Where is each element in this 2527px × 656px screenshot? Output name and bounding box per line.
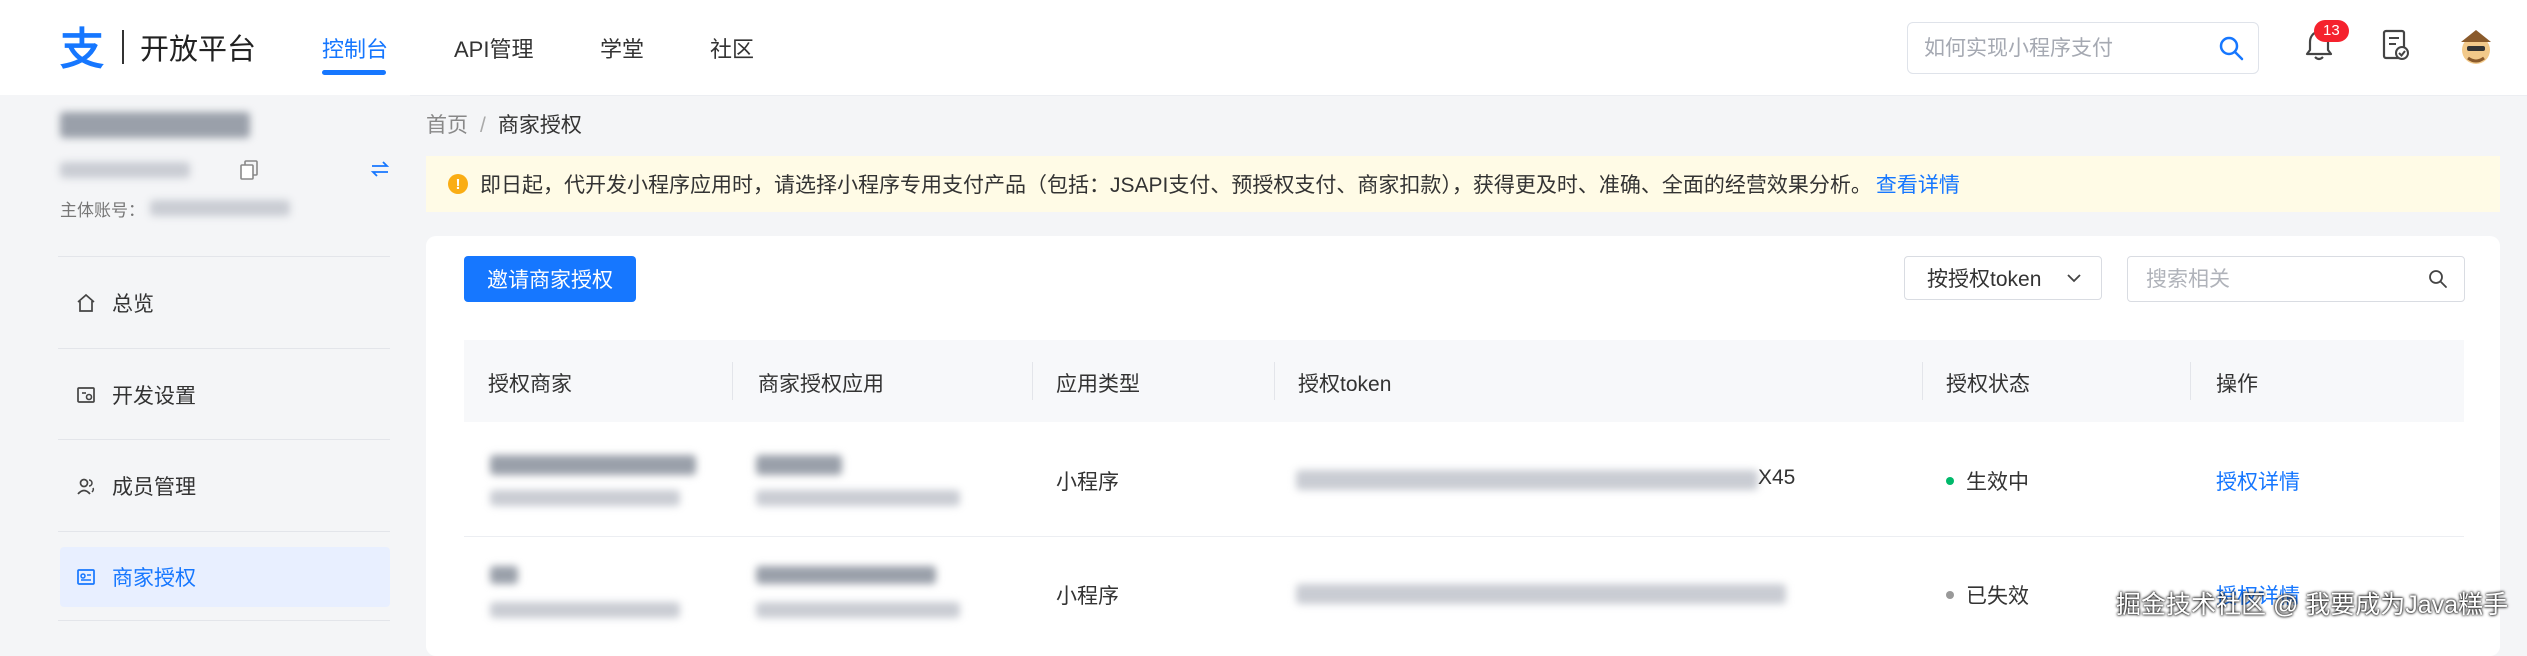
column-header: 授权状态	[1946, 373, 2030, 396]
watermark: 掘金技术社区 @ 我要成为Java糕手	[2116, 591, 2509, 619]
sidebar-item-label: 商家授权	[112, 567, 196, 590]
sidebar-divider	[58, 256, 390, 257]
breadcrumb: 首页 / 商家授权	[426, 109, 582, 139]
sidebar-divider	[58, 439, 390, 440]
token-redacted	[1296, 470, 1758, 490]
warning-icon: !	[448, 174, 468, 194]
account-id-redacted	[60, 162, 190, 178]
table-header: 授权商家 商家授权应用 应用类型 授权token 授权状态 操作	[464, 340, 2464, 422]
column-divider	[1922, 362, 1923, 400]
status-dot	[1946, 591, 1954, 599]
merchant-name-redacted	[490, 566, 518, 584]
app-id-redacted	[756, 602, 960, 618]
row-divider	[464, 536, 2464, 537]
global-search-input[interactable]	[1922, 33, 2206, 65]
column-divider	[732, 362, 733, 400]
chevron-down-icon	[2067, 274, 2081, 283]
global-search[interactable]	[1907, 22, 2259, 74]
column-header: 操作	[2216, 373, 2258, 396]
sidebar-item-label: 总览	[112, 293, 154, 316]
merchant-name-redacted	[490, 455, 696, 475]
app-type-cell: 小程序	[1056, 471, 1119, 494]
status-text: 生效中	[1966, 471, 2029, 494]
app-name-redacted	[756, 566, 936, 584]
token-redacted	[1296, 584, 1786, 604]
column-header: 授权token	[1298, 373, 1392, 396]
nav-active-indicator	[322, 70, 386, 75]
switch-account-icon[interactable]	[370, 160, 390, 178]
column-header: 授权商家	[488, 373, 572, 396]
platform-name: 开放平台	[140, 34, 257, 66]
merchant-id-redacted	[490, 490, 680, 506]
account-name-redacted	[60, 112, 250, 138]
sidebar-item-label: 开发设置	[112, 385, 196, 408]
column-divider	[1274, 362, 1275, 400]
sidebar-item-members[interactable]: 成员管理	[60, 456, 390, 516]
breadcrumb-separator: /	[480, 114, 486, 137]
document-check-icon[interactable]	[2380, 28, 2410, 62]
nav-api-management[interactable]: API管理	[454, 32, 533, 64]
sidebar-divider	[58, 531, 390, 532]
column-divider	[1032, 362, 1033, 400]
brand-logo[interactable]: 支 开放平台	[58, 22, 256, 72]
app-id-redacted	[756, 490, 960, 506]
status-dot	[1946, 477, 1954, 485]
logo-divider	[122, 30, 124, 64]
table-search[interactable]	[2127, 256, 2465, 302]
sidebar-item-overview[interactable]: 总览	[60, 273, 390, 333]
column-header: 商家授权应用	[758, 373, 884, 396]
column-header: 应用类型	[1056, 373, 1140, 396]
alipay-logo-icon: 支	[60, 24, 104, 70]
notice-details-link[interactable]: 查看详情	[1876, 169, 1960, 199]
sidebar-item-dev-settings[interactable]: 开发设置	[60, 365, 390, 425]
sidebar-divider	[58, 348, 390, 349]
filter-select-value: 按授权token	[1927, 268, 2042, 291]
status-badge: 生效中	[1946, 466, 2029, 496]
nav-community[interactable]: 社区	[710, 32, 754, 64]
breadcrumb-home[interactable]: 首页	[426, 114, 468, 137]
status-text: 已失效	[1966, 585, 2029, 608]
search-icon[interactable]	[2218, 35, 2244, 61]
token-suffix: X45	[1758, 466, 1796, 489]
merchant-auth-icon	[76, 566, 98, 588]
table-search-input[interactable]	[2144, 265, 2408, 295]
top-bar: 支 开放平台 控制台 API管理 学堂 社区 13	[0, 0, 2527, 96]
app-type-cell: 小程序	[1056, 585, 1119, 608]
main-account-redacted	[150, 200, 290, 216]
settings-panel-icon	[76, 384, 98, 406]
filter-select[interactable]: 按授权token	[1904, 256, 2102, 300]
nav-console[interactable]: 控制台	[322, 32, 388, 64]
search-icon[interactable]	[2428, 269, 2448, 289]
notice-banner: ! 即日起，代开发小程序应用时，请选择小程序专用支付产品（包括：JSAPI支付、…	[426, 156, 2500, 212]
home-icon	[76, 292, 98, 314]
members-icon	[76, 475, 98, 497]
merchant-id-redacted	[490, 602, 680, 618]
breadcrumb-current: 商家授权	[497, 114, 582, 137]
status-badge: 已失效	[1946, 580, 2029, 610]
app-name-redacted	[756, 455, 842, 475]
auth-details-link[interactable]: 授权详情	[2216, 466, 2300, 496]
copy-icon[interactable]	[240, 160, 258, 180]
nav-academy[interactable]: 学堂	[600, 32, 644, 64]
alipay-logo-glyph: 支	[60, 24, 104, 70]
sidebar-item-label: 成员管理	[112, 476, 196, 499]
user-avatar[interactable]	[2453, 24, 2499, 70]
notice-text: 即日起，代开发小程序应用时，请选择小程序专用支付产品（包括：JSAPI支付、预授…	[480, 174, 1872, 197]
main-account-label: 主体账号：	[60, 201, 145, 220]
column-divider	[2190, 362, 2191, 400]
invite-merchant-button[interactable]: 邀请商家授权	[464, 256, 636, 302]
notification-badge: 13	[2314, 20, 2349, 42]
sidebar-item-merchant-auth[interactable]: 商家授权	[60, 547, 390, 607]
sidebar-divider	[58, 620, 390, 621]
